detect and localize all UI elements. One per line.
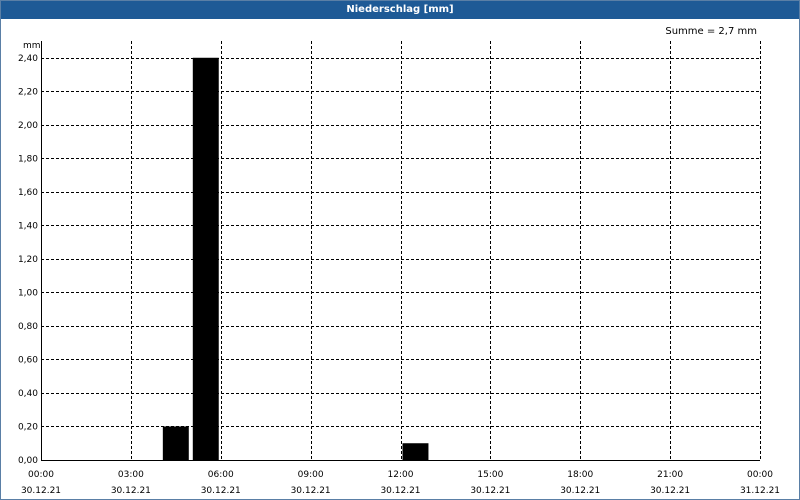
- x-tick-time-label: 18:00: [567, 470, 593, 480]
- x-tick-date-label: 30.12.21: [470, 486, 510, 496]
- y-tick-label: 0,00: [18, 456, 38, 466]
- y-tick-label: 2,20: [18, 87, 38, 97]
- y-tick-label: 1,60: [18, 188, 38, 198]
- x-tick-date-label: 30.12.21: [201, 486, 241, 496]
- x-tick-date-label: 30.12.21: [380, 486, 420, 496]
- bar-0: [162, 426, 189, 460]
- y-tick-label: 1,00: [18, 288, 38, 298]
- x-tick-date-label: 30.12.21: [291, 486, 331, 496]
- x-tick-time-label: 21:00: [657, 470, 683, 480]
- x-tick-date-label: 30.12.21: [21, 486, 61, 496]
- x-tick-time-label: 00:00: [747, 470, 773, 480]
- y-tick-label: 1,80: [18, 154, 38, 164]
- x-tick-time-label: 00:00: [28, 470, 54, 480]
- y-tick-label: 0,60: [18, 355, 38, 365]
- bar-2: [402, 443, 429, 460]
- x-tick-date-label: 31.12.21: [740, 486, 780, 496]
- y-tick-label: 1,40: [18, 221, 38, 231]
- x-tick-time-label: 09:00: [298, 470, 324, 480]
- y-tick-label: 0,40: [18, 389, 38, 399]
- y-tick-label: 0,80: [18, 322, 38, 332]
- y-tick-label: 1,20: [18, 255, 38, 265]
- y-tick-label: 2,40: [18, 54, 38, 64]
- x-tick-time-label: 06:00: [208, 470, 234, 480]
- x-tick-time-label: 12:00: [388, 470, 414, 480]
- x-tick-date-label: 30.12.21: [650, 486, 690, 496]
- y-tick-label: 0,20: [18, 422, 38, 432]
- x-tick-date-label: 30.12.21: [560, 486, 600, 496]
- x-tick-time-label: 15:00: [477, 470, 503, 480]
- precipitation-chart: mm 0,00 0,20 0,40 0,60 0,80 1,00 1,20 1,40 1,60 1,…: [18, 41, 780, 496]
- x-tick-date-label: 30.12.21: [111, 486, 151, 496]
- bar-1: [192, 57, 219, 460]
- x-tick-time-label: 03:00: [118, 470, 144, 480]
- y-axis-label: mm: [23, 41, 41, 51]
- y-tick-label: 2,00: [18, 121, 38, 131]
